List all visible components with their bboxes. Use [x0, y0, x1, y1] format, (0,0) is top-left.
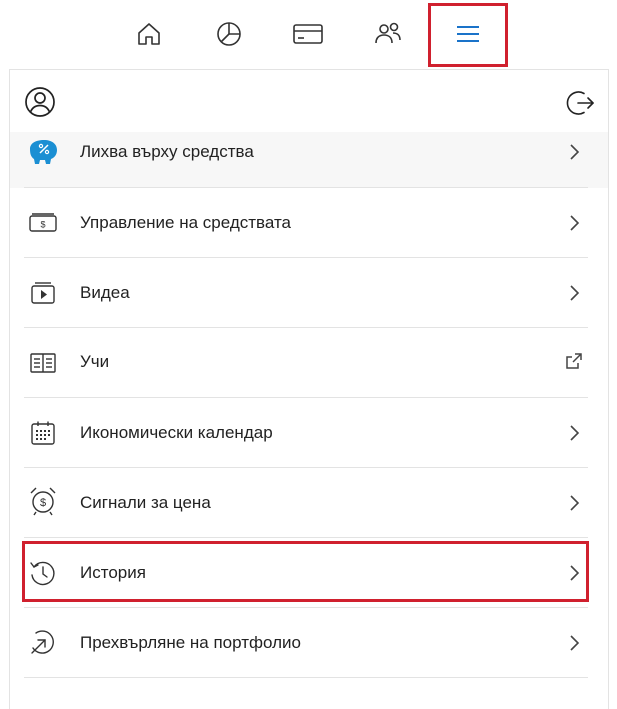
chevron-right-icon: [570, 144, 580, 160]
nav-menu-button[interactable]: [448, 14, 488, 54]
menu-item-portfolio-transfer[interactable]: Прехвърляне на портфолио: [10, 608, 608, 678]
menu-item-videos[interactable]: Видеа: [10, 258, 608, 328]
menu-item-label: Сигнали за цена: [80, 493, 211, 512]
card-icon: [293, 24, 323, 44]
menu-item-label: Видеа: [80, 283, 130, 302]
menu-item-label: История: [80, 563, 146, 582]
chevron-right-icon: [570, 565, 580, 581]
menu-item-funds-management[interactable]: $ Управление на средствата: [10, 188, 608, 258]
menu-item-economic-calendar[interactable]: Икономически календар: [10, 398, 608, 468]
portfolio-pie-icon: [217, 22, 241, 46]
transfer-icon: [26, 625, 60, 659]
menu-item-label: Икономически календар: [80, 423, 273, 442]
people-icon: [375, 22, 401, 44]
svg-text:$: $: [40, 497, 46, 509]
chevron-right-icon: [570, 215, 580, 231]
menu-item-label: Управление на средствата: [80, 213, 292, 232]
menu-item-interest[interactable]: Лихва върху средства: [10, 132, 608, 188]
book-icon: [26, 346, 60, 380]
money-icon: $: [26, 206, 60, 240]
menu-panel: Лихва върху средства $ Управление на сре…: [9, 69, 609, 709]
menu-item-history[interactable]: История: [10, 538, 608, 608]
menu-item-price-alerts[interactable]: $ Сигнали за цена: [10, 468, 608, 538]
logout-button[interactable]: [566, 88, 596, 118]
video-icon: [26, 276, 60, 310]
piggy-bank-icon: [26, 137, 60, 171]
chevron-right-icon: [570, 285, 580, 301]
external-link-icon: [566, 353, 582, 369]
nav-portfolio-button[interactable]: [209, 14, 249, 54]
menu-item-label: Прехвърляне на портфолио: [80, 633, 301, 652]
price-alert-icon: $: [26, 484, 60, 518]
chevron-right-icon: [570, 635, 580, 651]
chevron-right-icon: [570, 425, 580, 441]
logout-icon: [566, 91, 594, 115]
menu-icon: [457, 26, 479, 42]
user-avatar-icon: [25, 87, 55, 117]
svg-text:$: $: [40, 220, 45, 230]
nav-wallet-button[interactable]: [288, 14, 328, 54]
menu-item-label: Лихва върху средства: [80, 142, 254, 161]
menu-item-label: Учи: [80, 352, 110, 371]
chevron-right-icon: [570, 495, 580, 511]
top-navigation: [0, 0, 617, 70]
nav-people-button[interactable]: [368, 14, 408, 54]
panel-header: [10, 70, 608, 133]
calendar-icon: [26, 416, 60, 450]
menu-item-learn[interactable]: Учи: [10, 328, 608, 398]
home-icon: [138, 23, 160, 45]
history-icon: [26, 556, 60, 590]
row-divider: [24, 677, 588, 678]
nav-home-button[interactable]: [129, 14, 169, 54]
profile-button[interactable]: [24, 86, 56, 118]
